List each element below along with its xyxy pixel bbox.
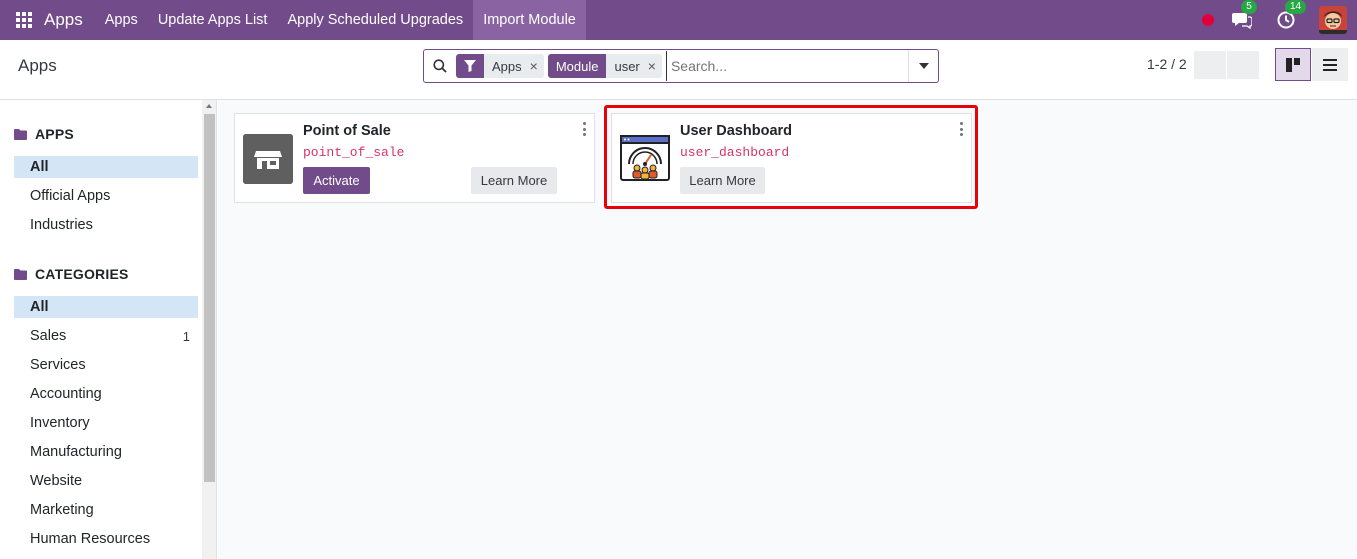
filter-facet: Apps ×	[456, 54, 544, 78]
module-facet-label: Module	[547, 54, 607, 78]
sidebar-item-website[interactable]: Website	[14, 470, 198, 492]
search-input[interactable]	[665, 51, 908, 81]
scrollbar-thumb[interactable]	[204, 114, 215, 482]
sidebar-item-label: Official Apps	[30, 188, 111, 204]
list-view-button[interactable]	[1312, 48, 1348, 81]
sidebar-item-label: Marketing	[30, 502, 94, 518]
sidebar-item-label: Sales	[30, 328, 67, 344]
breadcrumb: Apps	[18, 56, 57, 75]
systray: 5 14	[1202, 0, 1357, 40]
module-facet-text: user	[614, 58, 640, 74]
sidebar-item-label: All	[30, 159, 49, 175]
categories-section-header: CATEGORIES	[14, 266, 129, 282]
activities-button[interactable]: 14	[1275, 0, 1307, 31]
main-menu: Apps Update Apps List Apply Scheduled Up…	[95, 0, 586, 40]
sidebar-item-label: All	[30, 299, 49, 315]
app-technical-name: point_of_sale	[303, 145, 405, 160]
filter-icon	[464, 60, 476, 72]
sidebar-item-label: Industries	[30, 217, 93, 233]
activities-badge: 14	[1285, 0, 1307, 14]
remove-filter-facet-button[interactable]: ×	[530, 58, 538, 74]
sidebar-item-human-resources[interactable]: Human Resources	[14, 528, 198, 550]
module-facet: Module user ×	[547, 54, 662, 78]
kebab-menu-icon[interactable]	[580, 122, 588, 136]
sidebar-item-services[interactable]: Services	[14, 354, 198, 376]
filter-facet-label	[456, 54, 484, 78]
scroll-up-arrow-icon[interactable]	[206, 104, 212, 108]
filter-facet-value: Apps ×	[484, 54, 544, 78]
search-bar: Apps × Module user ×	[423, 49, 939, 83]
activate-button[interactable]: Activate	[303, 167, 370, 194]
highlight-box	[604, 105, 978, 209]
sidebar-item-official-apps[interactable]: Official Apps	[14, 185, 198, 207]
caret-down-icon	[918, 63, 929, 69]
categories-section-title: CATEGORIES	[35, 266, 129, 282]
messages-badge: 5	[1241, 0, 1257, 14]
sidebar-item-label: Accounting	[30, 386, 102, 402]
sidebar-item-label: Services	[30, 357, 86, 373]
learn-more-button[interactable]: Learn More	[471, 167, 557, 194]
sidebar-item-category-all[interactable]: All	[14, 296, 198, 318]
folder-icon	[14, 268, 27, 280]
app-menu-grid-icon[interactable]	[0, 3, 48, 37]
apps-section-title: APPS	[35, 126, 74, 142]
search-panel: APPS All Official Apps Industries CATEGO…	[0, 100, 217, 559]
remove-module-facet-button[interactable]: ×	[648, 58, 656, 74]
sidebar-item-sales[interactable]: Sales 1	[14, 325, 198, 347]
store-icon	[243, 134, 293, 184]
search-options-toggle[interactable]	[908, 50, 938, 82]
module-facet-value: user ×	[606, 54, 662, 78]
sidebar-item-industries[interactable]: Industries	[14, 214, 198, 236]
pager-next-button[interactable]	[1227, 51, 1259, 79]
sidebar-item-count: 1	[182, 328, 190, 344]
top-navbar: Apps Apps Update Apps List Apply Schedul…	[0, 0, 1357, 40]
sidebar-item-label: Human Resources	[30, 531, 151, 547]
sidebar-item-apps-all[interactable]: All	[14, 156, 198, 178]
menu-item-apply-scheduled-upgrades[interactable]: Apply Scheduled Upgrades	[277, 0, 473, 40]
menu-item-import-module[interactable]: Import Module	[473, 0, 586, 40]
sidebar-item-label: Website	[30, 473, 83, 489]
kanban-view-button[interactable]	[1275, 48, 1311, 81]
messages-button[interactable]: 5	[1231, 0, 1257, 31]
status-indicator[interactable]	[1202, 14, 1214, 26]
pager-value[interactable]: 1-2 / 2	[1147, 56, 1187, 72]
folder-icon	[14, 128, 27, 140]
user-avatar[interactable]	[1319, 6, 1347, 34]
sidebar-item-label: Inventory	[30, 415, 90, 431]
menu-item-update-apps-list[interactable]: Update Apps List	[148, 0, 278, 40]
pager-previous-button[interactable]	[1194, 51, 1226, 79]
control-panel: Apps Apps × Module user × Search... 1-2 …	[0, 40, 1357, 100]
kanban-view: Point of Sale point_of_sale Activate Lea…	[218, 100, 1357, 559]
menu-item-apps[interactable]: Apps	[95, 0, 148, 40]
sidebar-item-marketing[interactable]: Marketing	[14, 499, 198, 521]
app-card-point-of-sale[interactable]: Point of Sale point_of_sale Activate Lea…	[234, 113, 595, 203]
brand-title[interactable]: Apps	[44, 0, 95, 40]
sidebar-item-manufacturing[interactable]: Manufacturing	[14, 441, 198, 463]
kanban-view-icon	[1286, 57, 1300, 72]
sidebar-item-inventory[interactable]: Inventory	[14, 412, 198, 434]
app-title: Point of Sale	[303, 123, 391, 139]
search-icon[interactable]	[424, 59, 456, 73]
filter-facet-text: Apps	[492, 58, 522, 74]
apps-section-header: APPS	[14, 126, 74, 142]
sidebar-item-accounting[interactable]: Accounting	[14, 383, 198, 405]
sidebar-scrollbar[interactable]	[202, 100, 216, 559]
list-view-icon	[1323, 58, 1337, 71]
sidebar-item-label: Manufacturing	[30, 444, 122, 460]
